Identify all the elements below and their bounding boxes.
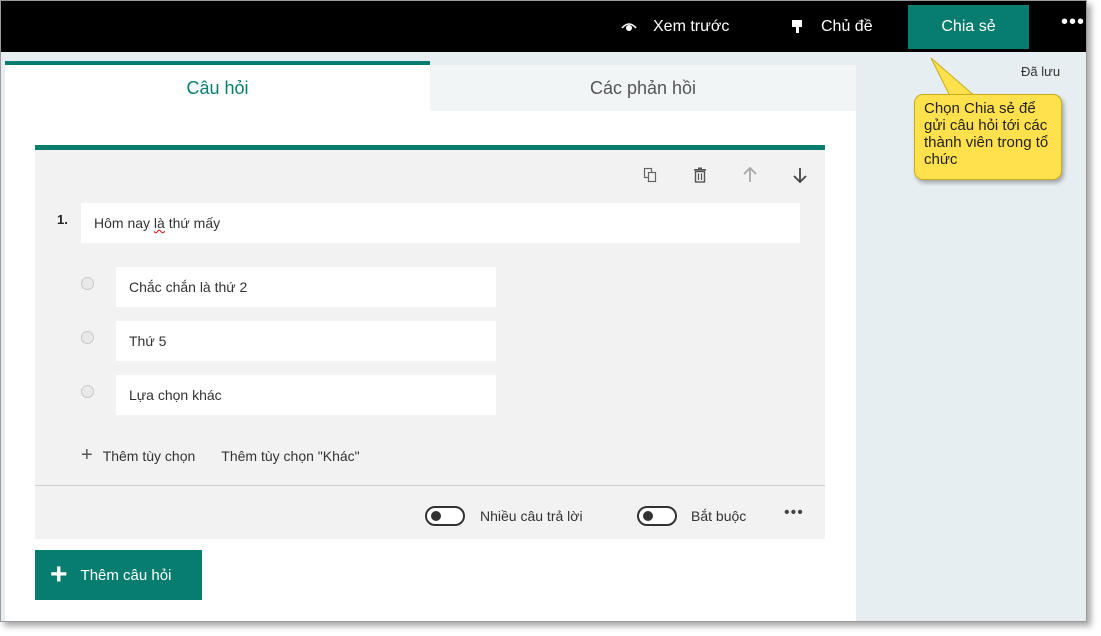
- add-options-row: + Thêm tùy chọn Thêm tùy chọn "Khác": [81, 444, 360, 467]
- option-input[interactable]: Chắc chắn là thứ 2: [116, 267, 496, 307]
- saved-status: Đã lưu: [1021, 64, 1061, 79]
- add-question-button[interactable]: + Thêm câu hỏi: [35, 550, 202, 600]
- callout-tooltip: Chọn Chia sẻ để gửi câu hỏi tới các thàn…: [914, 94, 1062, 180]
- top-bar: Xem trước Chủ đề Chia sẻ •••: [1, 1, 1086, 52]
- option-radio[interactable]: [81, 277, 94, 290]
- arrow-down-icon[interactable]: [775, 158, 825, 192]
- theme-label: Chủ đề: [821, 17, 873, 35]
- copy-icon[interactable]: [625, 158, 675, 192]
- multiple-answers-toggle[interactable]: [425, 506, 465, 526]
- question-title-input[interactable]: Hôm nay là thứ mấy: [81, 203, 800, 243]
- option-radio[interactable]: [81, 385, 94, 398]
- question-number: 1.: [57, 212, 68, 227]
- add-other-option-link[interactable]: Thêm tùy chọn "Khác": [221, 448, 359, 464]
- preview-label: Xem trước: [653, 17, 730, 35]
- toggle-knob: [431, 511, 441, 521]
- question-title-text-end: thứ mấy: [164, 215, 221, 231]
- toggle-knob: [643, 511, 653, 521]
- multiple-answers-label: Nhiều câu trả lời: [480, 508, 583, 524]
- option-input[interactable]: Lựa chọn khác: [116, 375, 496, 415]
- plus-icon: +: [50, 558, 68, 591]
- arrow-up-icon[interactable]: [725, 158, 775, 192]
- share-button[interactable]: Chia sẻ: [908, 5, 1029, 49]
- app-window: Xem trước Chủ đề Chia sẻ ••• Đã lưu Câu …: [0, 0, 1087, 622]
- preview-button[interactable]: Xem trước: [619, 1, 729, 52]
- misspelled-word: là: [153, 215, 165, 231]
- callout-text: Chọn Chia sẻ để gửi câu hỏi tới các thàn…: [924, 100, 1049, 168]
- required-label: Bắt buộc: [691, 508, 747, 524]
- theme-button[interactable]: Chủ đề: [787, 1, 873, 52]
- question-card[interactable]: 1. Hôm nay là thứ mấy Chắc chắn là thứ 2…: [35, 145, 825, 539]
- question-title-text: Hôm nay: [94, 215, 154, 231]
- option-radio[interactable]: [81, 331, 94, 344]
- plus-icon[interactable]: +: [81, 444, 93, 467]
- trash-icon[interactable]: [675, 158, 725, 192]
- tab-responses[interactable]: Các phản hồi: [430, 61, 856, 111]
- required-toggle[interactable]: [637, 506, 677, 526]
- add-option-link[interactable]: Thêm tùy chọn: [103, 448, 196, 464]
- add-question-label: Thêm câu hỏi: [80, 566, 172, 584]
- tab-questions[interactable]: Câu hỏi: [5, 61, 430, 111]
- form-editor-panel: Câu hỏi Các phản hồi 1. Hôm nay là thứ m: [5, 61, 856, 621]
- more-options-button[interactable]: •••: [1061, 11, 1085, 34]
- divider: [35, 485, 825, 486]
- question-more-button[interactable]: •••: [784, 504, 804, 522]
- tab-bar: Câu hỏi Các phản hồi: [5, 61, 856, 111]
- eye-icon: [619, 21, 639, 33]
- option-input[interactable]: Thứ 5: [116, 321, 496, 361]
- paint-bucket-icon: [787, 19, 807, 35]
- question-toolbar: [625, 158, 825, 192]
